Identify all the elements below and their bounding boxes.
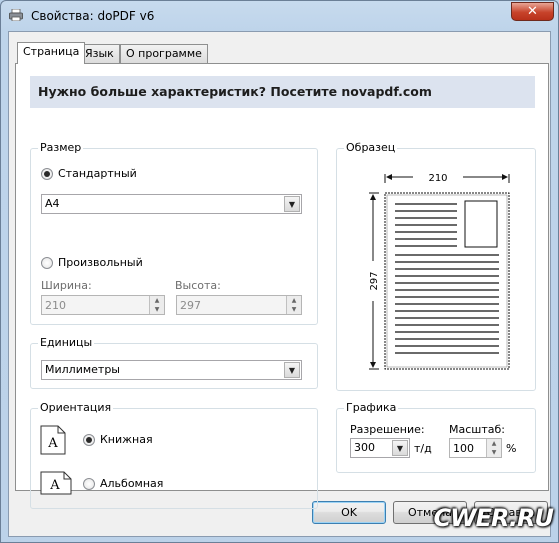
resolution-select[interactable]: 300 ▼ [350, 438, 410, 458]
standard-size-label: Стандартный [58, 167, 137, 180]
landscape-icon-letter: A [49, 478, 60, 493]
standard-size-radio[interactable] [41, 167, 53, 180]
portrait-page-icon: A [40, 425, 66, 455]
height-spinbox[interactable]: 297 ▲ ▼ [176, 295, 302, 315]
units-select[interactable]: Миллиметры ▼ [41, 360, 302, 380]
chevron-down-icon[interactable]: ▼ [284, 362, 300, 378]
title-bar: Свойства: doPDF v6 ✕ [1, 1, 558, 29]
standard-size-option[interactable]: Стандартный [41, 167, 137, 180]
chevron-down-icon[interactable]: ▼ [284, 196, 300, 212]
width-spin-buttons[interactable]: ▲ ▼ [149, 296, 164, 314]
custom-size-label: Произвольный [58, 256, 143, 269]
width-spinbox[interactable]: 210 ▲ ▼ [41, 295, 165, 315]
orientation-group-legend: Ориентация [38, 401, 114, 414]
custom-size-option[interactable]: Произвольный [41, 256, 143, 269]
paper-size-value: A4 [45, 197, 60, 210]
printer-icon [9, 9, 23, 21]
height-spin-buttons[interactable]: ▲ ▼ [286, 296, 301, 314]
tab-about[interactable]: О программе [120, 44, 208, 63]
portrait-option[interactable]: Книжная [83, 433, 153, 446]
landscape-radio[interactable] [83, 477, 95, 490]
window-title: Свойства: doPDF v6 [31, 9, 155, 23]
resolution-value: 300 [354, 441, 375, 454]
properties-dialog: Свойства: doPDF v6 ✕ Страница Язык О про… [0, 0, 559, 543]
scale-spin-buttons[interactable]: ▲ ▼ [486, 439, 501, 457]
sample-group-legend: Образец [344, 141, 398, 154]
sample-group: Образец 210 297 [336, 141, 536, 391]
height-label: Высота: [175, 279, 221, 292]
size-group-legend: Размер [38, 141, 84, 154]
tab-page-panel: Нужно больше характеристик? Посетите nov… [15, 63, 549, 509]
portrait-radio[interactable] [83, 433, 95, 446]
graphics-group-legend: Графика [344, 401, 399, 414]
resolution-unit: т/д [414, 442, 432, 455]
portrait-icon-letter: A [47, 436, 58, 451]
resolution-label: Разрешение: [350, 423, 425, 436]
landscape-option[interactable]: Альбомная [83, 477, 163, 490]
size-group: Размер Стандартный A4 ▼ Произвольный Шир… [30, 141, 318, 325]
close-icon: ✕ [527, 4, 538, 19]
chevron-down-icon[interactable]: ▼ [392, 440, 408, 456]
width-label: Ширина: [41, 279, 92, 292]
ok-button[interactable]: OK [312, 501, 386, 524]
paper-size-select[interactable]: A4 ▼ [41, 194, 302, 214]
width-value: 210 [45, 299, 66, 312]
site-watermark: CWER.RU [433, 503, 555, 532]
portrait-label: Книжная [100, 433, 153, 446]
promo-banner[interactable]: Нужно больше характеристик? Посетите nov… [30, 76, 535, 108]
scale-unit: % [506, 442, 517, 455]
scale-label: Масштаб: [449, 423, 505, 436]
close-button[interactable]: ✕ [511, 2, 554, 21]
scale-spinbox[interactable]: 100 ▲ ▼ [449, 438, 502, 458]
scale-value: 100 [453, 442, 474, 455]
width-dimension-label: 210 [428, 173, 447, 184]
page-preview: 210 297 [369, 173, 510, 370]
landscape-label: Альбомная [100, 477, 164, 490]
height-value: 297 [180, 299, 201, 312]
units-value: Миллиметры [45, 363, 120, 376]
height-dimension-label: 297 [369, 271, 380, 290]
tab-page[interactable]: Страница [17, 42, 86, 64]
graphics-group: Графика Разрешение: Масштаб: 300 ▼ т/д 1… [336, 401, 536, 473]
landscape-page-icon: A [40, 471, 72, 495]
units-group-legend: Единицы [38, 336, 95, 349]
custom-size-radio[interactable] [41, 256, 53, 269]
units-group: Единицы Миллиметры ▼ [30, 336, 318, 389]
orientation-group: Ориентация A Книжная A Альбомная [30, 401, 318, 509]
dialog-client: Страница Язык О программе Нужно больше х… [8, 31, 551, 537]
